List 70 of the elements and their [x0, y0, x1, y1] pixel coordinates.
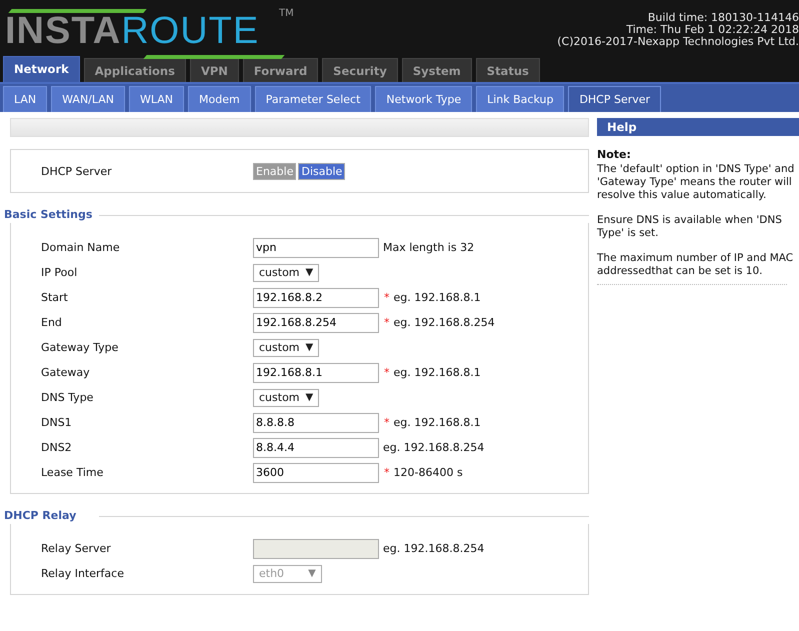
input-field[interactable]: vpn	[253, 238, 379, 258]
nav-tab[interactable]: VPN	[190, 58, 239, 82]
sub-tab[interactable]: Parameter Select	[254, 86, 372, 112]
field-hint: eg. 192.168.8.254	[394, 316, 495, 329]
field-label: DNS2	[40, 441, 73, 454]
field-label: DNS1	[40, 416, 73, 429]
field-hint: Max length is 32	[383, 241, 474, 254]
dropdown[interactable]: custom ▼	[253, 388, 320, 406]
sub-tab[interactable]: Modem	[188, 86, 251, 112]
sub-tab[interactable]: Link Backup	[476, 86, 564, 112]
nav-tab[interactable]: Status	[476, 58, 540, 82]
sub-tab[interactable]: DHCP Server	[568, 86, 662, 112]
field-hint: eg. 192.168.8.1	[394, 416, 481, 429]
note-title: Note:	[597, 148, 632, 161]
sub-tab[interactable]: Network Type	[375, 86, 472, 112]
field-label: Start	[40, 291, 69, 304]
input-field[interactable]: 192.168.8.1	[253, 362, 379, 382]
help-text: Ensure DNS is available when 'DNS Type' is set.	[597, 214, 783, 240]
trademark-mark: TM	[279, 8, 294, 19]
field-hint: 120-86400 s	[394, 466, 463, 479]
sub-tab[interactable]: LAN	[3, 86, 48, 112]
required-mark: *	[384, 466, 390, 479]
dropdown[interactable]: custom ▼	[253, 338, 320, 356]
field-label: IP Pool	[40, 266, 78, 279]
required-mark: *	[384, 291, 390, 304]
field-label: Lease Time	[40, 466, 104, 479]
sub-tab[interactable]: WLAN	[129, 86, 184, 112]
field-hint: eg. 192.168.8.254	[383, 441, 484, 454]
help-text: The 'default' option in 'DNS Type' and 'Gateway Type' means the router will resolve this value automatically.	[597, 163, 796, 202]
nav-tab[interactable]: Security	[322, 58, 398, 82]
logo-text: ROUTE	[121, 16, 260, 46]
caret-icon: ▼	[306, 264, 314, 280]
field-label: Gateway Type	[40, 341, 120, 354]
field-label: Gateway	[40, 366, 91, 379]
section-title: DHCP Relay	[3, 508, 78, 522]
field-label: DHCP Server	[40, 164, 113, 178]
build-info-text: (C)2016-2017-Nexapp Technologies Pvt Ltd.	[557, 36, 799, 48]
field-label: Relay Server	[40, 542, 112, 555]
dropdown[interactable]: custom ▼	[253, 264, 320, 282]
caret-icon: ▼	[306, 340, 314, 356]
field-label: End	[40, 316, 63, 329]
required-mark: *	[384, 316, 390, 329]
field-hint: eg. 192.168.8.1	[394, 291, 481, 304]
section-title: Basic Settings	[3, 208, 94, 220]
nav-tab[interactable]: Network	[3, 56, 80, 82]
help-text: The maximum number of IP and MAC addressedthat can be set is 10.	[597, 252, 794, 278]
nav-tab[interactable]: Forward	[242, 58, 318, 82]
field-label: Domain Name	[40, 241, 121, 254]
field-hint: eg. 192.168.8.254	[383, 542, 484, 555]
required-mark: *	[384, 366, 390, 379]
help-header: Help	[597, 118, 799, 136]
field-hint: eg. 192.168.8.1	[394, 366, 481, 379]
required-mark: *	[384, 416, 390, 429]
logo-text: INSTA	[5, 16, 122, 46]
input-field[interactable]: 192.168.8.2	[253, 288, 379, 308]
input-field[interactable]: 3600	[253, 462, 379, 482]
field-label: Relay Interface	[40, 567, 125, 580]
nav-tab[interactable]: System	[402, 58, 472, 82]
build-info-text: Build time: 180130-114146	[646, 12, 799, 24]
input-field[interactable]: 8.8.4.4	[253, 438, 379, 458]
field-label: DNS Type	[40, 391, 94, 404]
caret-icon: ▼	[306, 390, 314, 406]
caret-icon: ▼	[308, 566, 316, 582]
toggle-button[interactable]: Enable	[253, 162, 296, 180]
input-field[interactable]: 8.8.8.8	[253, 412, 379, 432]
input-field[interactable]: 192.168.8.254	[253, 312, 379, 332]
nav-tab[interactable]: Applications	[84, 58, 186, 82]
sub-tab[interactable]: WAN/LAN	[51, 86, 126, 112]
build-info-text: Time: Thu Feb 1 02:22:24 2018	[625, 24, 799, 36]
toggle-button[interactable]: Disable	[298, 162, 346, 180]
